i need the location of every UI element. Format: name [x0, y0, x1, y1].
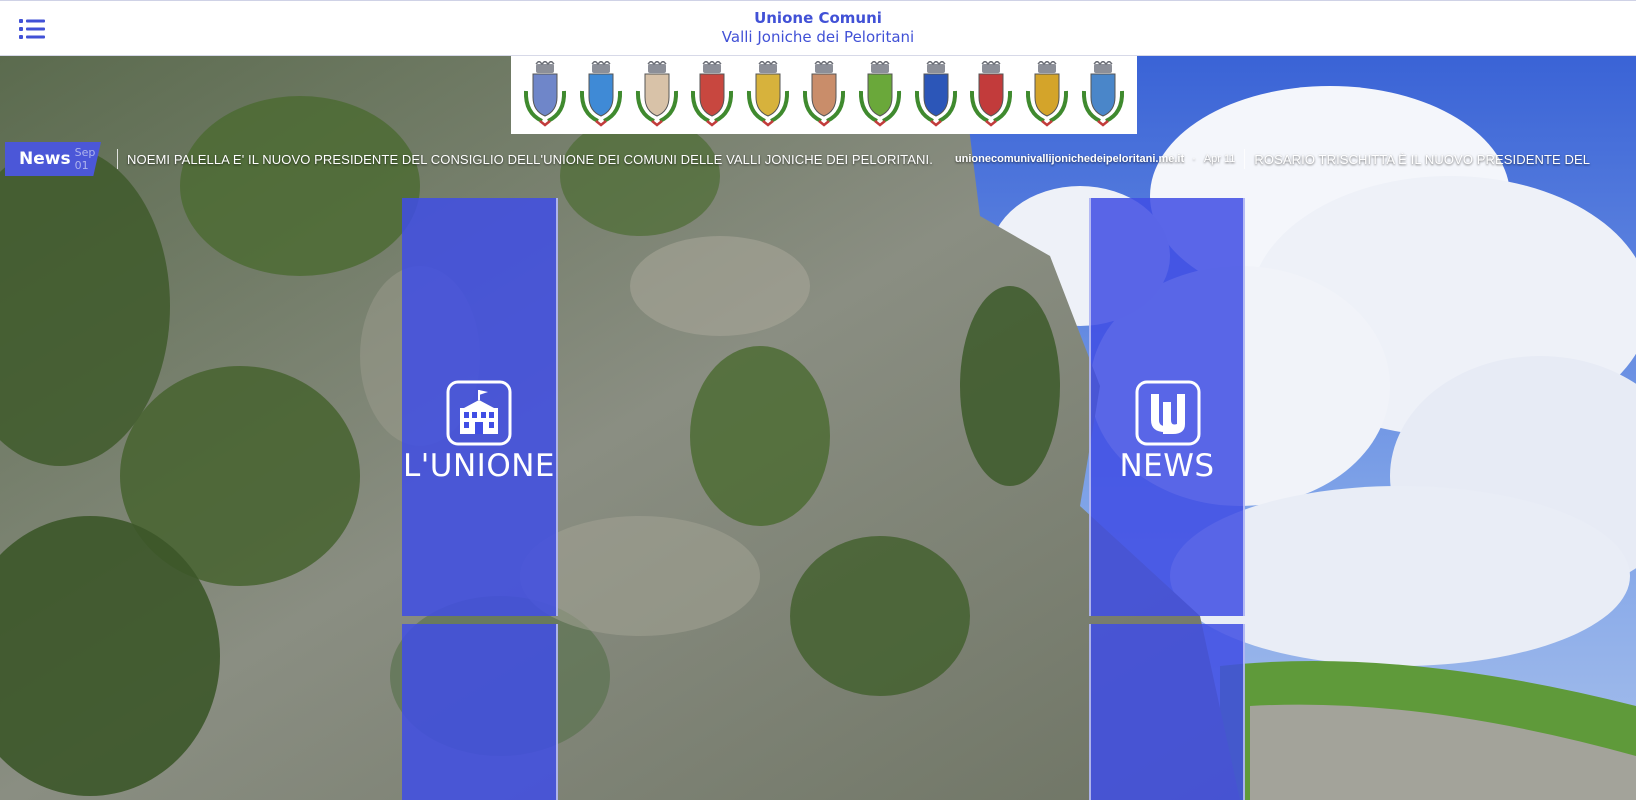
brand-title: Unione Comuni [754, 9, 882, 27]
crest-icon [691, 61, 734, 127]
ticker-item-source: unionecomunivallijonichedeipeloritani.me… [954, 153, 1185, 165]
crest-icon [802, 61, 845, 127]
news-label-date: Sep 01 [74, 146, 96, 172]
crest-icon [858, 61, 901, 127]
news-ticker: News Sep 01 NOEMI PALELLA E' IL NUOVO PR… [0, 140, 1636, 178]
ticker-dot: · [1192, 153, 1196, 165]
tile-news[interactable]: NEWS [1089, 198, 1245, 616]
crest-icon [579, 61, 622, 127]
ticker-item-link[interactable]: NOEMI PALELLA E' IL NUOVO PRESIDENTE DEL… [127, 152, 933, 167]
ticker-item-link[interactable]: ROSARIO TRISCHITTA È IL NUOVO PRESIDENTE… [1254, 152, 1590, 167]
news-ticker-label: News Sep 01 [5, 142, 101, 176]
municipality-crests [511, 56, 1137, 134]
tile-secondary-left[interactable] [402, 624, 558, 800]
crest-icon [970, 61, 1013, 127]
crest-icon [523, 61, 566, 127]
site-header: Unione Comuni Valli Joniche dei Pelorita… [0, 0, 1636, 56]
ticker-separator [117, 149, 118, 169]
tile-label: NEWS [1119, 448, 1215, 484]
tile-secondary-right[interactable] [1089, 624, 1245, 800]
crest-icon [635, 61, 678, 127]
hero-banner: News Sep 01 NOEMI PALELLA E' IL NUOVO PR… [0, 56, 1636, 800]
ticker-item-date: Apr 11 [1203, 153, 1236, 165]
ticker-separator [1244, 149, 1246, 169]
news-logo-icon [1135, 380, 1201, 446]
ticker-track: NOEMI PALELLA E' IL NUOVO PRESIDENTE DEL… [108, 140, 1590, 178]
crest-icon [1082, 61, 1125, 127]
site-brand[interactable]: Unione Comuni Valli Joniche dei Pelorita… [0, 9, 1636, 47]
tile-unione[interactable]: L'UNIONE [402, 198, 558, 616]
news-label-text: News [19, 149, 71, 169]
crest-icon [747, 61, 790, 127]
crest-icon [914, 61, 957, 127]
crest-icon [1026, 61, 1069, 127]
brand-subtitle: Valli Joniche dei Peloritani [721, 28, 915, 46]
tile-label: L'UNIONE [403, 448, 555, 484]
town-hall-icon [446, 380, 512, 446]
